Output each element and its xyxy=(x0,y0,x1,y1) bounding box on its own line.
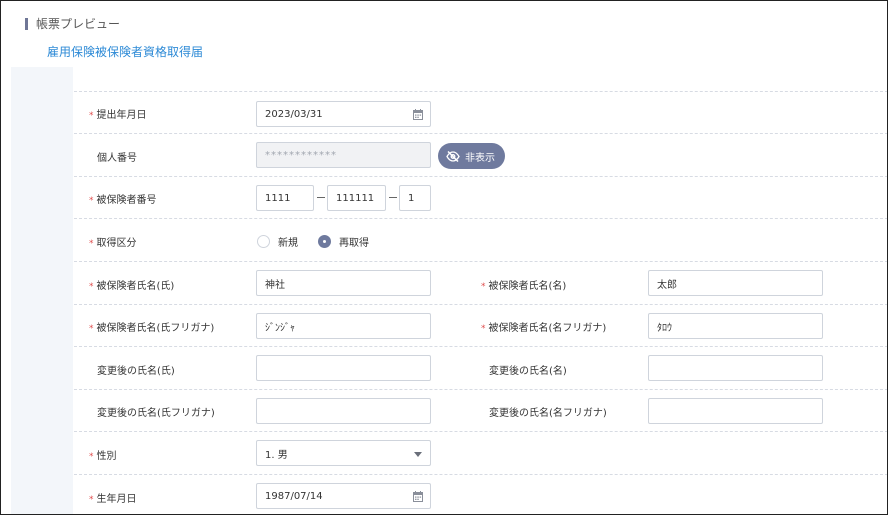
field-label: 変更後の氏名(氏フリガナ) xyxy=(97,408,215,419)
radio-reacquire[interactable]: 再取得 xyxy=(318,234,369,249)
insured-number-part3-input[interactable]: 1 xyxy=(399,185,431,211)
separator-dash xyxy=(317,197,325,198)
form-row-insured-name: * 被保険者氏名(氏) 神社 * 被保険者氏名(名) 太郎 xyxy=(74,261,887,304)
section-marker xyxy=(25,18,28,30)
field-label: * 被保険者氏名(名) xyxy=(481,281,567,292)
left-panel xyxy=(11,67,73,514)
required-mark: * xyxy=(89,282,94,292)
required-mark: * xyxy=(89,324,94,334)
required-mark: * xyxy=(89,196,94,206)
field-label: 変更後の氏名(氏) xyxy=(97,366,175,377)
field-label: 変更後の氏名(名) xyxy=(489,366,567,377)
changed-last-name-input[interactable] xyxy=(256,355,431,381)
hide-my-number-button[interactable]: 非表示 xyxy=(438,143,505,169)
last-name-kana-input[interactable]: ｼﾞﾝｼﾞｬ xyxy=(256,313,431,339)
form-row-changed-name-kana: 変更後の氏名(氏フリガナ) 変更後の氏名(名フリガナ) xyxy=(74,389,887,431)
calendar-icon[interactable] xyxy=(413,109,423,120)
field-label: 個人番号 xyxy=(97,153,137,164)
chevron-down-icon[interactable] xyxy=(414,452,422,457)
document-title-link[interactable]: 雇用保険被保険者資格取得届 xyxy=(47,43,203,60)
radio-button[interactable] xyxy=(257,235,270,248)
eye-slash-icon xyxy=(446,150,460,162)
radio-new[interactable]: 新規 xyxy=(257,234,298,249)
form-row-acquisition-type: * 取得区分 新規 再取得 xyxy=(74,218,887,261)
form-row-my-number: 個人番号 ************ 非表示 xyxy=(74,133,887,176)
field-label: * 被保険者番号 xyxy=(89,195,157,206)
field-label: * 性別 xyxy=(89,451,117,462)
changed-last-name-kana-input[interactable] xyxy=(256,398,431,424)
field-label: * 提出年月日 xyxy=(89,110,147,121)
field-label: * 被保険者氏名(氏フリガナ) xyxy=(89,323,215,334)
required-mark: * xyxy=(89,495,94,505)
header: 帳票プレビュー 雇用保険被保険者資格取得届 xyxy=(1,1,887,81)
changed-first-name-kana-input[interactable] xyxy=(648,398,823,424)
gender-select[interactable]: 1. 男 xyxy=(256,440,431,466)
form-row-birth-date: * 生年月日 1987/07/14 xyxy=(74,474,887,514)
field-label: * 取得区分 xyxy=(89,238,137,249)
field-label: * 被保険者氏名(名フリガナ) xyxy=(481,323,607,334)
field-label: 変更後の氏名(名フリガナ) xyxy=(489,408,607,419)
radio-button-selected[interactable] xyxy=(318,235,331,248)
form-row-insured-number: * 被保険者番号 1111 111111 1 xyxy=(74,176,887,218)
calendar-icon[interactable] xyxy=(413,491,423,502)
radio-label: 新規 xyxy=(278,238,298,249)
required-mark: * xyxy=(481,324,486,334)
required-mark: * xyxy=(481,282,486,292)
required-mark: * xyxy=(89,239,94,249)
first-name-kana-input[interactable]: ﾀﾛｳ xyxy=(648,313,823,339)
radio-label: 再取得 xyxy=(339,238,369,249)
form-row-changed-name: 変更後の氏名(氏) 変更後の氏名(名) xyxy=(74,346,887,389)
form-row-insured-name-kana: * 被保険者氏名(氏フリガナ) ｼﾞﾝｼﾞｬ * 被保険者氏名(名フリガナ) ﾀﾛｳ xyxy=(74,304,887,346)
form-row-submit-date: * 提出年月日 2023/03/31 xyxy=(74,91,887,133)
insured-number-part1-input[interactable]: 1111 xyxy=(256,185,314,211)
section-title: 帳票プレビュー xyxy=(36,17,121,31)
separator-dash xyxy=(389,197,397,198)
changed-first-name-input[interactable] xyxy=(648,355,823,381)
required-mark: * xyxy=(89,111,94,121)
required-mark: * xyxy=(89,452,94,462)
submit-date-input[interactable]: 2023/03/31 xyxy=(256,101,431,127)
insured-number-part2-input[interactable]: 111111 xyxy=(327,185,386,211)
preview-form: * 提出年月日 2023/03/31 個人番号 * * ********** 非表示… xyxy=(74,91,887,514)
my-number-input: ************ xyxy=(256,142,431,168)
last-name-input[interactable]: 神社 xyxy=(256,270,431,296)
birth-date-input[interactable]: 1987/07/14 xyxy=(256,483,431,509)
first-name-input[interactable]: 太郎 xyxy=(648,270,823,296)
app-window: 帳票プレビュー 雇用保険被保険者資格取得届 *提出年月日 2023/03/31 xyxy=(0,0,888,515)
field-label: * 生年月日 xyxy=(89,494,137,505)
field-label: * 被保険者氏名(氏) xyxy=(89,281,175,292)
hide-button-label: 非表示 xyxy=(465,152,495,164)
form-row-gender: * 性別 1. 男 xyxy=(74,431,887,474)
